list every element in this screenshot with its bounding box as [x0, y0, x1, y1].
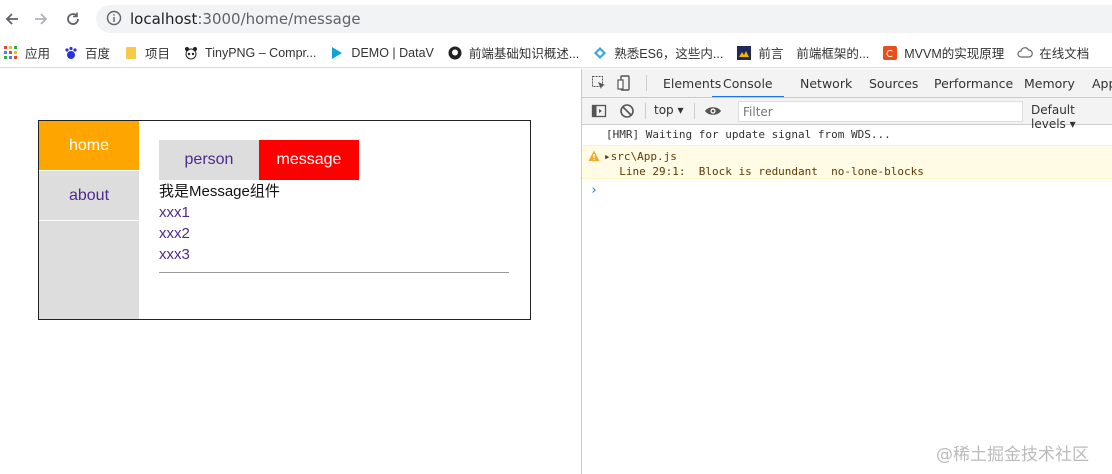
- bookmark-datav[interactable]: DEMO | DataV: [326, 45, 439, 61]
- warning-detail: Line 29:1: Block is redundant no-lone-bl…: [606, 165, 924, 178]
- tab-console[interactable]: Console: [712, 69, 784, 97]
- console-prompt[interactable]: ›: [582, 179, 1112, 198]
- console-output: [HMR] Waiting for update signal from WDS…: [582, 125, 1112, 198]
- bookmark-frameworks[interactable]: 前端框架的...: [793, 43, 875, 62]
- sidebar-toggle-icon[interactable]: [591, 103, 607, 119]
- expand-triangle-icon[interactable]: ▸: [604, 150, 611, 163]
- address-bar[interactable]: localhost:3000/home/message: [96, 5, 1112, 33]
- baidu-paw-icon: [63, 45, 79, 61]
- toolbar-divider: [645, 103, 646, 119]
- tab-application[interactable]: App: [1092, 69, 1112, 97]
- console-toolbar: top ▾ Default levels ▾: [582, 98, 1112, 131]
- datav-icon: [329, 45, 345, 61]
- csdn-c-icon: C: [882, 45, 898, 61]
- app-container: home about person message 我是Message组件 xx…: [38, 120, 531, 320]
- reload-icon[interactable]: [63, 9, 83, 29]
- devtools-tab-bar: Elements Console Network Sources Perform…: [582, 69, 1112, 98]
- nav-home-link[interactable]: home: [39, 121, 139, 171]
- toolbar-divider: [694, 103, 695, 119]
- console-log-line: [HMR] Waiting for update signal from WDS…: [606, 128, 891, 141]
- bookmark-folder-project[interactable]: 项目: [120, 43, 176, 62]
- watermark: @稀土掘金技术社区: [936, 445, 1089, 465]
- page-viewport: home about person message 我是Message组件 xx…: [0, 69, 581, 474]
- context-selector[interactable]: top ▾: [654, 103, 684, 117]
- sidebar-nav: home about: [39, 121, 139, 319]
- tab-memory[interactable]: Memory: [1024, 69, 1075, 97]
- message-component-title: 我是Message组件: [159, 183, 280, 200]
- cloud-icon: [1017, 45, 1034, 61]
- toolbar-divider: [646, 75, 647, 91]
- bookmark-es6[interactable]: 熟悉ES6，这些内...: [589, 43, 729, 62]
- bookmark-github[interactable]: 前端基础知识概述...: [444, 43, 585, 62]
- browser-toolbar: localhost:3000/home/message: [0, 0, 1112, 38]
- bookmark-online-docs[interactable]: 在线文档: [1014, 43, 1095, 62]
- home-content: person message 我是Message组件 xxx1 xxx2 xxx…: [159, 140, 511, 273]
- tab-message[interactable]: message: [259, 140, 359, 180]
- devtools-panel: Elements Console Network Sources Perform…: [581, 69, 1112, 474]
- tab-performance[interactable]: Performance: [934, 69, 1013, 97]
- console-warning[interactable]: ▸src\App.js Line 29:1: Block is redundan…: [582, 145, 1112, 179]
- dropdown-arrow-icon: ▾: [677, 103, 684, 117]
- diamond-icon: [592, 45, 608, 61]
- apps-grid-icon: [3, 45, 19, 61]
- url-text: localhost:3000/home/message: [130, 10, 361, 28]
- tab-sources[interactable]: Sources: [869, 69, 918, 97]
- tab-person[interactable]: person: [159, 140, 259, 180]
- message-item[interactable]: xxx2: [159, 223, 511, 244]
- message-list: xxx1 xxx2 xxx3: [159, 202, 511, 265]
- bookmark-tinypng[interactable]: TinyPNG – Compr...: [180, 45, 322, 61]
- divider: [159, 272, 509, 273]
- bookmark-preface[interactable]: 前言: [733, 43, 789, 62]
- clear-console-icon[interactable]: [619, 103, 635, 119]
- github-icon: [447, 45, 463, 61]
- sub-tabs: person message: [159, 140, 511, 180]
- warning-icon: [588, 150, 600, 165]
- bookmark-mvvm[interactable]: C MVVM的实现原理: [879, 43, 1010, 62]
- console-filter-input[interactable]: [738, 101, 1023, 122]
- message-item[interactable]: xxx3: [159, 244, 511, 265]
- book-icon: [736, 45, 752, 61]
- bookmark-baidu[interactable]: 百度: [60, 43, 116, 62]
- eye-icon[interactable]: [704, 103, 721, 119]
- forward-arrow-icon[interactable]: [31, 9, 51, 29]
- nav-about-link[interactable]: about: [39, 171, 139, 221]
- device-toolbar-icon[interactable]: [617, 75, 633, 91]
- info-icon[interactable]: [106, 10, 122, 29]
- inspect-element-icon[interactable]: [591, 75, 607, 91]
- folder-icon: [123, 45, 139, 61]
- tab-network[interactable]: Network: [800, 69, 852, 97]
- panda-icon: [183, 45, 199, 61]
- message-item[interactable]: xxx1: [159, 202, 511, 223]
- svg-text:C: C: [886, 49, 893, 60]
- bookmarks-bar: 应用 百度 项目 TinyPNG – Compr... DEMO | DataV…: [0, 38, 1112, 68]
- bookmark-apps[interactable]: 应用: [0, 43, 56, 62]
- back-arrow-icon[interactable]: [2, 9, 22, 29]
- warning-source[interactable]: ▸src\App.js: [604, 150, 1110, 163]
